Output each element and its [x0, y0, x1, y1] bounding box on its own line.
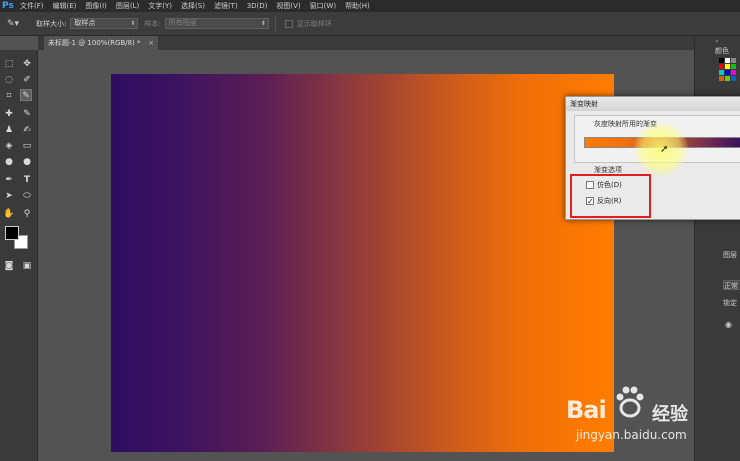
menu-window[interactable]: 窗口(W) — [310, 1, 336, 11]
healing-brush-tool-icon[interactable]: ✚ — [3, 108, 15, 120]
chevron-down-icon: ⬍ — [260, 20, 266, 27]
color-panel-tab[interactable]: 颜色 — [715, 46, 729, 56]
blend-mode-select[interactable]: 正常 — [723, 280, 740, 290]
close-icon[interactable]: × — [148, 36, 154, 50]
menu-help[interactable]: 帮助(H) — [345, 1, 370, 11]
lasso-tool-icon[interactable]: ◌ — [3, 74, 15, 86]
blur-tool-icon[interactable]: ● — [3, 156, 15, 168]
eraser-tool-icon[interactable]: ◈ — [3, 140, 15, 152]
zoom-tool-icon[interactable]: ⚲ — [21, 208, 33, 220]
watermark-url: jingyan.baidu.com — [576, 428, 687, 442]
swatches-grid[interactable] — [719, 58, 740, 98]
pen-tool-icon[interactable]: ✒ — [3, 174, 15, 186]
watermark-brand: Bai — [566, 396, 607, 424]
mouse-cursor-icon: ➚ — [660, 144, 669, 155]
document-canvas[interactable] — [111, 74, 614, 452]
menu-view[interactable]: 视图(V) — [276, 1, 300, 11]
path-select-tool-icon[interactable]: ➤ — [3, 190, 15, 202]
tools-panel: ⬚ ✥ ◌ ✐ ⌗ ✎ ✚ ✎ ♟ ✍ ◈ ▭ ● ● ✒ T ➤ ⬭ ✋ ⚲ … — [0, 50, 38, 461]
sample-size-select[interactable]: 取样点 ⬍ — [70, 18, 139, 29]
photoshop-logo: Ps — [2, 1, 14, 11]
chevron-down-icon: ⬍ — [130, 20, 136, 27]
panel-collapse-icon[interactable]: » — [715, 38, 719, 45]
menu-file[interactable]: 文件(F) — [20, 1, 44, 11]
screen-mode-icon[interactable]: ▣ — [21, 260, 33, 272]
crop-tool-icon[interactable]: ⌗ — [3, 90, 15, 102]
show-ring-checkbox[interactable] — [284, 19, 293, 28]
move-tool-icon[interactable]: ✥ — [21, 58, 33, 70]
watermark-brand-cn: 经验 — [652, 404, 688, 425]
marquee-tool-icon[interactable]: ⬚ — [3, 58, 15, 70]
annotation-highlight-box — [570, 174, 651, 218]
menu-filter[interactable]: 滤镜(T) — [214, 1, 238, 11]
hand-tool-icon[interactable]: ✋ — [3, 208, 15, 220]
sample-select[interactable]: 所有图层 ⬍ — [164, 18, 269, 29]
show-ring-label: 显示取样环 — [296, 19, 332, 28]
menu-3d[interactable]: 3D(D) — [247, 2, 268, 10]
dodge-tool-icon[interactable]: ● — [21, 156, 33, 168]
eyedropper-tool-preset-icon[interactable]: ✎▾ — [0, 19, 26, 29]
brush-tool-icon[interactable]: ✎ — [21, 108, 33, 120]
visibility-eye-icon[interactable]: ◉ — [725, 320, 732, 329]
sample-size-label: 取样大小: — [36, 19, 67, 28]
menu-type[interactable]: 文字(Y) — [148, 1, 172, 11]
gradient-tool-icon[interactable]: ▭ — [21, 140, 33, 152]
dialog-title: 渐变映射 — [566, 97, 740, 111]
quick-mask-icon[interactable]: ◙ — [3, 260, 15, 272]
menu-image[interactable]: 图像(I) — [85, 1, 107, 11]
shape-tool-icon[interactable]: ⬭ — [21, 190, 33, 202]
stamp-tool-icon[interactable]: ♟ — [3, 124, 15, 136]
menu-layer[interactable]: 图层(L) — [116, 1, 139, 11]
lock-label: 锁定 — [723, 299, 737, 307]
sample-label: 样本: — [144, 19, 161, 28]
options-bar: ✎▾ 取样大小: 取样点 ⬍ 样本: 所有图层 ⬍ 显示取样环 — [0, 12, 740, 36]
baidu-paw-icon — [616, 386, 644, 418]
eyedropper-tool-icon[interactable]: ✎ — [20, 89, 32, 101]
menu-edit[interactable]: 编辑(E) — [53, 1, 77, 11]
document-tab[interactable]: 未标题-1 @ 100%(RGB/8) * × — [44, 36, 158, 50]
menu-bar: Ps 文件(F) 编辑(E) 图像(I) 图层(L) 文字(Y) 选择(S) 滤… — [0, 0, 740, 12]
layers-panel-tab[interactable]: 图层 — [723, 250, 737, 260]
menu-select[interactable]: 选择(S) — [181, 1, 205, 11]
history-brush-tool-icon[interactable]: ✍ — [21, 124, 33, 136]
quick-select-tool-icon[interactable]: ✐ — [21, 74, 33, 86]
foreground-color-swatch[interactable] — [5, 226, 19, 240]
type-tool-icon[interactable]: T — [21, 174, 33, 186]
document-tab-title: 未标题-1 @ 100%(RGB/8) * — [48, 39, 141, 47]
